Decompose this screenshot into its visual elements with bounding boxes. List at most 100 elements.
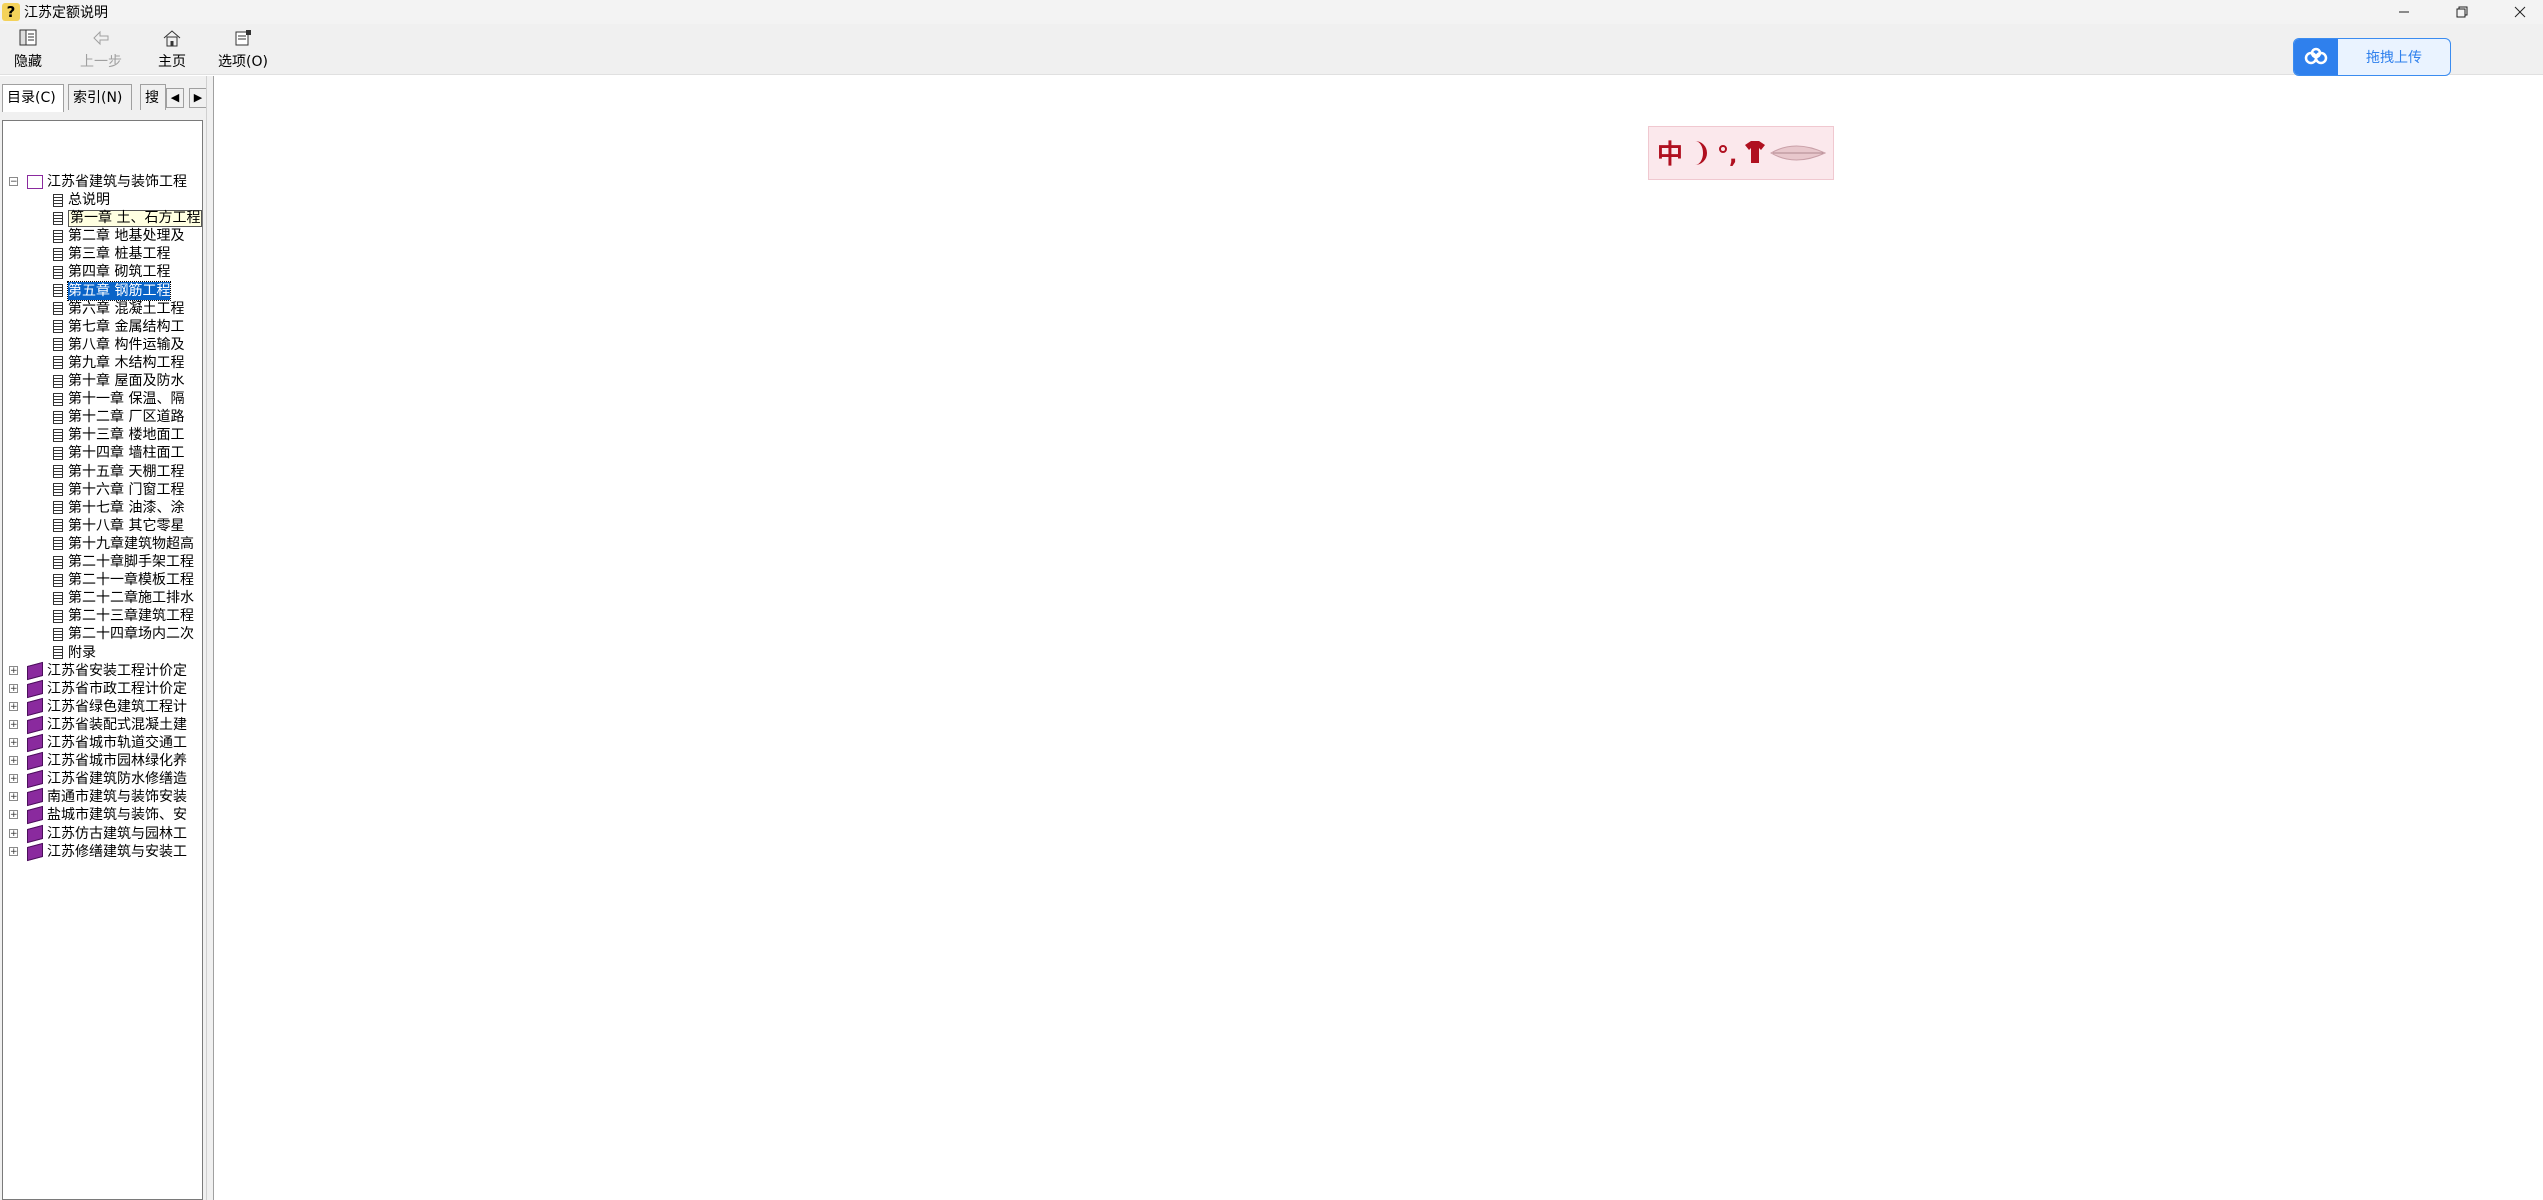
tab-search-label: 搜 bbox=[145, 90, 159, 106]
expand-icon[interactable]: + bbox=[9, 701, 18, 711]
home-button[interactable]: 主页 bbox=[158, 28, 186, 71]
chevron-right-icon: ▶ bbox=[193, 91, 203, 104]
expand-icon[interactable]: + bbox=[9, 719, 18, 729]
tree-book-item[interactable]: 江苏省市政工程计价定 bbox=[27, 679, 187, 698]
expand-icon[interactable]: + bbox=[9, 756, 18, 766]
tree-chapter-label: 第八章 构件运输及 bbox=[68, 336, 185, 353]
tree-chapter-item[interactable]: 第九章 木结构工程 bbox=[53, 354, 184, 372]
help-icon: ? bbox=[2, 3, 20, 21]
expand-icon[interactable]: + bbox=[9, 792, 18, 802]
page-icon bbox=[53, 392, 63, 406]
tree-book-item[interactable]: 盐城市建筑与装饰、安 bbox=[27, 806, 187, 825]
close-icon bbox=[2514, 6, 2526, 18]
tree-chapter-label: 第五章 钢筋工程 bbox=[66, 280, 172, 301]
tree-chapter-item[interactable]: 第十二章 厂区道路 bbox=[53, 408, 184, 426]
tree-book-item[interactable]: 江苏省城市轨道交通工 bbox=[27, 733, 187, 753]
tree-chapter-item[interactable]: 第十八章 其它零星 bbox=[53, 517, 184, 535]
page-icon bbox=[53, 428, 63, 442]
expand-icon[interactable]: + bbox=[9, 774, 18, 784]
tree-book-item[interactable]: 江苏省装配式混凝土建 bbox=[27, 715, 187, 735]
tab-contents-label: 目录(C) bbox=[7, 90, 56, 106]
tree-chapter-item[interactable]: 第十七章 油漆、涂 bbox=[53, 499, 184, 517]
tab-index[interactable]: 索引(N) bbox=[68, 84, 132, 110]
tree-chapter-item[interactable]: 第二十三章建筑工程 bbox=[53, 607, 194, 625]
pane-splitter[interactable] bbox=[206, 76, 214, 1200]
page-icon bbox=[53, 555, 63, 569]
collapse-icon[interactable]: − bbox=[9, 177, 18, 187]
tree-book-label: 江苏省建筑防水修缮造 bbox=[47, 771, 187, 788]
tree-chapter-item[interactable]: 第二章 地基处理及 bbox=[53, 227, 184, 245]
page-icon bbox=[53, 356, 63, 370]
tree-book-label: 南通市建筑与装饰安装 bbox=[47, 789, 187, 806]
expand-icon[interactable]: + bbox=[9, 683, 18, 693]
tree-book-item[interactable]: 江苏仿古建筑与园林工 bbox=[27, 824, 187, 843]
expand-icon[interactable]: + bbox=[9, 810, 18, 820]
tree-chapter-item[interactable]: 第六章 混凝土工程 bbox=[53, 300, 184, 318]
tree-book-item[interactable]: 江苏省建筑防水修缮造 bbox=[27, 770, 187, 789]
tree-chapter-label: 第一章 土、石方工程 bbox=[68, 209, 202, 227]
tree-book-item[interactable]: 南通市建筑与装饰安装 bbox=[27, 788, 187, 807]
tree-chapter-item[interactable]: 总说明 bbox=[53, 191, 110, 209]
tab-scroll-right-button[interactable]: ▶ bbox=[189, 88, 207, 108]
restore-button[interactable] bbox=[2433, 0, 2491, 24]
tree-chapter-item[interactable]: 第十五章 天棚工程 bbox=[53, 463, 184, 481]
tree-chapter-item[interactable]: 第五章 钢筋工程 bbox=[53, 280, 172, 301]
tree-chapter-item[interactable]: 第八章 构件运输及 bbox=[53, 336, 184, 354]
tree-chapter-item[interactable]: 第二十章脚手架工程 bbox=[53, 553, 194, 571]
tree-chapter-label: 第十章 屋面及防水 bbox=[68, 373, 185, 389]
page-icon bbox=[53, 483, 63, 497]
tree-chapter-item[interactable]: 第二十一章模板工程 bbox=[53, 571, 194, 589]
page-icon bbox=[53, 410, 63, 424]
page-icon bbox=[53, 374, 63, 388]
cloud-icon bbox=[2294, 39, 2338, 75]
content-area bbox=[214, 76, 2543, 1200]
tree-book-label: 江苏省城市轨道交通工 bbox=[47, 735, 187, 751]
tree-root-item[interactable]: 江苏省建筑与装饰工程 bbox=[27, 173, 187, 191]
expand-icon[interactable]: + bbox=[9, 665, 18, 675]
tree-chapter-item[interactable]: 第二十四章场内二次 bbox=[53, 625, 194, 643]
tab-search[interactable]: 搜 bbox=[140, 84, 166, 110]
tree-book-item[interactable]: 江苏省绿色建筑工程计 bbox=[27, 697, 187, 716]
back-button[interactable]: 上一步 bbox=[80, 28, 122, 71]
home-icon bbox=[163, 30, 181, 47]
tree-chapter-label: 第十三章 楼地面工 bbox=[68, 427, 185, 444]
tree-chapter-item[interactable]: 第二十二章施工排水 bbox=[53, 589, 194, 607]
upload-widget[interactable]: 拖拽上传 bbox=[2293, 38, 2451, 76]
tree-chapter-item[interactable]: 第一章 土、石方工程 bbox=[53, 209, 202, 227]
tree-chapter-item[interactable]: 第四章 砌筑工程 bbox=[53, 263, 170, 281]
expand-icon[interactable]: + bbox=[9, 846, 18, 856]
tab-scroll-left-button[interactable]: ◀ bbox=[166, 88, 184, 108]
tree-chapter-item[interactable]: 第十九章建筑物超高 bbox=[53, 535, 194, 553]
hide-label: 隐藏 bbox=[14, 54, 42, 70]
tree-chapter-item[interactable]: 第十六章 门窗工程 bbox=[53, 481, 184, 499]
expand-icon[interactable]: + bbox=[9, 828, 18, 838]
minimize-button[interactable] bbox=[2375, 0, 2433, 24]
hide-pane-icon bbox=[19, 29, 37, 46]
tree-chapter-label: 第十五章 天棚工程 bbox=[68, 463, 185, 480]
expand-icon[interactable]: + bbox=[9, 738, 18, 748]
tree-book-label: 江苏省装配式混凝土建 bbox=[47, 716, 187, 733]
options-button[interactable]: 选项(O) bbox=[218, 28, 268, 71]
banner-image: 中 , bbox=[1657, 140, 1827, 170]
tree-book-item[interactable]: 江苏修缮建筑与安装工 bbox=[27, 842, 187, 861]
tree-chapter-item[interactable]: 第三章 桩基工程 bbox=[53, 245, 170, 263]
page-icon bbox=[53, 247, 63, 261]
tree-book-item[interactable]: 江苏省安装工程计价定 bbox=[27, 661, 187, 680]
hide-button[interactable]: 隐藏 bbox=[14, 28, 42, 71]
page-icon bbox=[53, 609, 63, 623]
tree-chapter-item[interactable]: 附录 bbox=[53, 644, 96, 662]
tree-chapter-item[interactable]: 第七章 金属结构工 bbox=[53, 318, 184, 336]
svg-text:中: 中 bbox=[1657, 140, 1683, 170]
page-icon bbox=[53, 284, 63, 297]
tree-chapter-item[interactable]: 第十一章 保温、隔 bbox=[53, 390, 184, 408]
closed-book-icon bbox=[27, 806, 43, 825]
back-arrow-icon bbox=[93, 30, 109, 46]
tree-chapter-item[interactable]: 第十章 屋面及防水 bbox=[53, 372, 184, 390]
page-icon bbox=[53, 320, 63, 334]
close-button[interactable] bbox=[2491, 0, 2543, 24]
tree-book-item[interactable]: 江苏省城市园林绿化养 bbox=[27, 751, 187, 771]
tree-chapter-item[interactable]: 第十三章 楼地面工 bbox=[53, 426, 184, 444]
closed-book-icon bbox=[27, 824, 43, 843]
tree-chapter-item[interactable]: 第十四章 墙柱面工 bbox=[53, 444, 184, 462]
tab-contents[interactable]: 目录(C) bbox=[2, 84, 64, 112]
